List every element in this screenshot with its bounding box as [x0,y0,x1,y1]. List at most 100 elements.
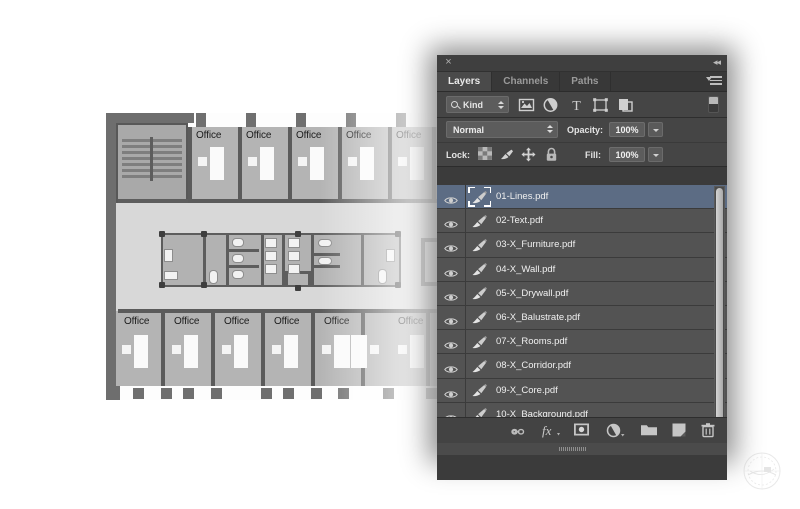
eye-icon [444,386,458,395]
eye-icon [444,361,458,370]
layer-visibility-toggle[interactable] [437,233,466,256]
lock-position-icon[interactable] [521,147,536,167]
tab-channels[interactable]: Channels [492,72,560,91]
fill-stepper[interactable] [648,147,663,162]
plan-column [201,282,207,288]
plan-fixture [164,271,178,280]
layer-row[interactable]: 01-Lines.pdf [437,185,727,209]
layer-visibility-toggle[interactable] [437,379,466,402]
plan-column [295,231,301,237]
plan-chair [298,157,307,166]
plan-office-label: Office [224,316,249,327]
layer-row[interactable]: 06-X_Balustrate.pdf [437,306,727,330]
plan-desk [284,335,298,368]
plan-mullion [346,113,356,127]
fill-value[interactable]: 100% [609,147,645,162]
plan-chair [348,157,357,166]
floor-plan-canvas: Office Office Office Office Office Offic… [106,113,451,400]
layer-thumbnail-brush-icon[interactable] [471,358,488,374]
new-group-button[interactable] [640,422,658,439]
plan-desk [234,335,248,368]
layer-row[interactable]: 04-X_Wall.pdf [437,258,727,282]
plan-chair [370,345,379,354]
plan-fixture [386,249,395,262]
add-layer-mask-button[interactable] [573,422,590,439]
plan-chair [222,345,231,354]
lock-bar: Lock: [437,143,727,167]
delete-layer-button[interactable] [700,422,716,439]
link-layers-button[interactable] [509,422,527,439]
plan-fixture [232,254,244,263]
layer-visibility-toggle[interactable] [437,209,466,232]
layer-visibility-toggle[interactable] [437,282,466,305]
layer-visibility-toggle[interactable] [437,306,466,329]
layer-name: 07-X_Rooms.pdf [496,336,567,347]
filter-type-icon[interactable]: T [568,97,585,113]
layer-visibility-toggle[interactable] [437,185,466,208]
opacity-value[interactable]: 100% [609,122,645,137]
svg-text:fx: fx [542,423,552,438]
collapse-to-icons-icon[interactable]: ◂◂ [713,57,720,68]
layer-visibility-toggle[interactable] [437,330,466,353]
filter-smartobject-icon[interactable] [617,97,634,113]
blend-mode-dropdown[interactable]: Normal [446,121,558,138]
close-icon[interactable]: × [443,57,454,68]
layer-thumbnail-brush-icon[interactable] [471,237,488,253]
tab-paths[interactable]: Paths [560,72,610,91]
filter-kind-label: Kind [463,100,483,110]
plan-fixture [232,238,244,247]
plan-column [201,231,207,237]
filter-adjustment-icon[interactable] [542,97,559,113]
layer-visibility-toggle[interactable] [437,354,466,377]
plan-mullion [426,388,437,399]
chevron-updown-icon [547,125,553,133]
new-adjustment-layer-button[interactable] [605,422,626,439]
lock-all-icon[interactable] [545,147,558,167]
layer-thumbnail-brush-icon[interactable] [471,189,488,205]
plan-central-core [161,233,401,287]
layer-thumbnail-brush-icon[interactable] [471,213,488,229]
layer-row[interactable]: 03-X_Furniture.pdf [437,233,727,257]
plan-partition [388,127,392,203]
plan-column [395,231,401,237]
plan-office-label: Office [124,316,149,327]
layers-scrollbar-thumb[interactable] [716,188,723,434]
filter-kind-dropdown[interactable]: Kind [446,96,509,113]
panel-menu-icon[interactable] [706,76,722,87]
layer-thumbnail-brush-icon[interactable] [471,261,488,277]
panel-resize-grip[interactable] [559,447,587,451]
filter-enable-toggle[interactable] [708,96,719,113]
plan-core-shelf [314,265,340,268]
layer-row[interactable]: 08-X_Corridor.pdf [437,354,727,378]
layer-row[interactable]: 07-X_Rooms.pdf [437,330,727,354]
layer-name: 09-X_Core.pdf [496,385,558,396]
layer-style-button[interactable]: fx [540,422,562,439]
panel-tab-strip: Layers Channels Paths [437,72,727,92]
filter-shape-icon[interactable] [592,97,609,113]
plan-mullion [183,388,194,399]
layer-name: 06-X_Balustrate.pdf [496,312,580,323]
plan-mullion [196,113,206,127]
layer-thumbnail-brush-icon[interactable] [471,382,488,398]
new-layer-button[interactable] [671,422,687,439]
layer-visibility-toggle[interactable] [437,258,466,281]
plan-desk [184,335,198,368]
lock-transparent-pixels-icon[interactable] [478,147,492,165]
plan-outer-wall-top-left [106,113,194,123]
plan-desk [260,147,274,180]
filter-pixel-icon[interactable] [518,97,535,113]
eye-icon [444,240,458,249]
lock-image-pixels-icon[interactable] [499,147,515,166]
plan-chair [398,157,407,166]
layer-row[interactable]: 05-X_Drywall.pdf [437,282,727,306]
layer-row[interactable]: 02-Text.pdf [437,209,727,233]
layer-row[interactable]: 09-X_Core.pdf [437,379,727,403]
plan-mullion [396,113,406,127]
plan-partition [188,127,192,203]
layers-scrollbar[interactable] [714,186,725,439]
opacity-stepper[interactable] [648,122,663,137]
tab-layers[interactable]: Layers [437,72,492,91]
layer-thumbnail-brush-icon[interactable] [471,334,488,350]
layer-thumbnail-brush-icon[interactable] [471,285,488,301]
layer-thumbnail-brush-icon[interactable] [471,309,488,325]
